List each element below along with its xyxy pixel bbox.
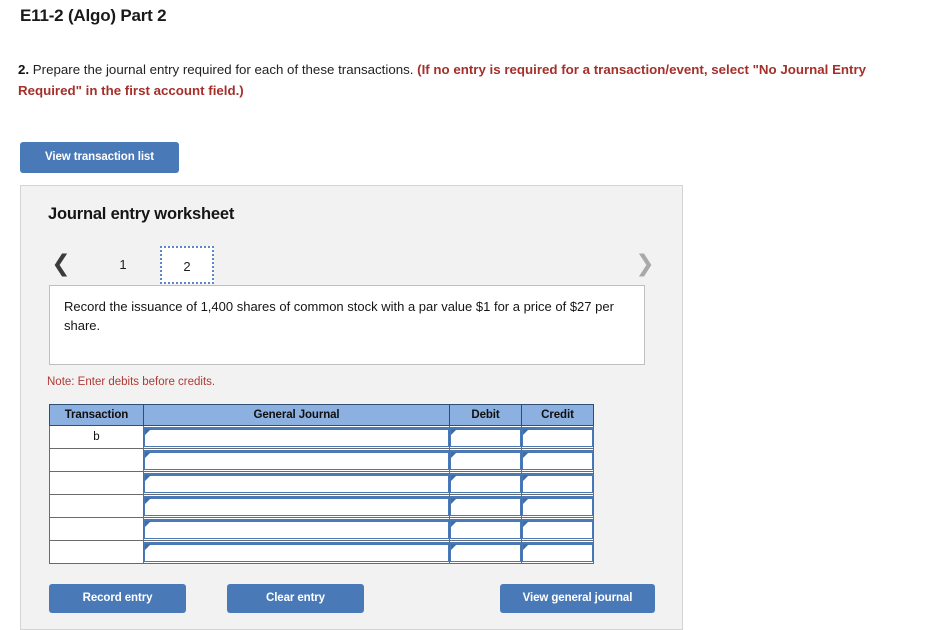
transaction-label-cell xyxy=(49,540,144,564)
credit-input[interactable] xyxy=(522,519,593,539)
general-journal-input[interactable] xyxy=(144,427,449,447)
view-general-journal-button[interactable]: View general journal xyxy=(500,584,655,613)
debit-input[interactable] xyxy=(450,473,521,493)
credit-input[interactable] xyxy=(522,427,593,447)
debit-input[interactable] xyxy=(450,496,521,516)
record-entry-button[interactable]: Record entry xyxy=(49,584,186,613)
debit-input[interactable] xyxy=(450,450,521,470)
general-journal-cell xyxy=(143,540,450,564)
clear-entry-button[interactable]: Clear entry xyxy=(227,584,364,613)
debits-before-credits-note: Note: Enter debits before credits. xyxy=(47,376,216,388)
general-journal-cell xyxy=(143,425,450,449)
transaction-label-cell xyxy=(49,448,144,472)
worksheet-tab-2[interactable]: 2 xyxy=(160,246,214,284)
transaction-description-text: Record the issuance of 1,400 shares of c… xyxy=(64,299,614,333)
debit-cell xyxy=(449,540,522,564)
transaction-label-cell xyxy=(49,494,144,518)
worksheet-pager: ❮ 1 2 ❯ xyxy=(48,244,658,286)
credit-cell xyxy=(521,471,594,495)
general-journal-cell xyxy=(143,448,450,472)
debit-cell xyxy=(449,471,522,495)
table-row xyxy=(49,494,594,518)
general-journal-input[interactable] xyxy=(144,519,449,539)
transaction-description-box: Record the issuance of 1,400 shares of c… xyxy=(49,285,645,365)
instruction-block: 2. Prepare the journal entry required fo… xyxy=(18,59,908,101)
debit-cell xyxy=(449,517,522,541)
general-journal-input[interactable] xyxy=(144,542,449,562)
general-journal-input[interactable] xyxy=(144,473,449,493)
table-row: b xyxy=(49,425,594,449)
table-row xyxy=(49,448,594,472)
general-journal-cell xyxy=(143,471,450,495)
credit-cell xyxy=(521,494,594,518)
general-journal-input[interactable] xyxy=(144,450,449,470)
transaction-label-cell xyxy=(49,517,144,541)
page-title: E11-2 (Algo) Part 2 xyxy=(20,6,167,25)
credit-cell xyxy=(521,448,594,472)
column-header-transaction: Transaction xyxy=(49,404,144,426)
credit-input[interactable] xyxy=(522,542,593,562)
view-transaction-list-button[interactable]: View transaction list xyxy=(20,142,179,173)
chevron-left-icon[interactable]: ❮ xyxy=(48,244,74,286)
journal-entry-table: Transaction General Journal Debit Credit… xyxy=(49,404,594,564)
general-journal-input[interactable] xyxy=(144,496,449,516)
debit-input[interactable] xyxy=(450,519,521,539)
table-row xyxy=(49,471,594,495)
chevron-right-icon[interactable]: ❯ xyxy=(632,244,658,286)
instruction-number: 2. xyxy=(18,62,30,77)
column-header-credit: Credit xyxy=(521,404,594,426)
table-row xyxy=(49,517,594,541)
debit-input[interactable] xyxy=(450,542,521,562)
general-journal-cell xyxy=(143,517,450,541)
debit-cell xyxy=(449,425,522,449)
instruction-text: Prepare the journal entry required for e… xyxy=(32,62,414,77)
debit-cell xyxy=(449,448,522,472)
credit-input[interactable] xyxy=(522,496,593,516)
debit-input[interactable] xyxy=(450,427,521,447)
debit-cell xyxy=(449,494,522,518)
credit-cell xyxy=(521,517,594,541)
journal-entry-table-body: b xyxy=(49,425,594,564)
worksheet-title: Journal entry worksheet xyxy=(48,205,235,223)
credit-cell xyxy=(521,540,594,564)
transaction-label-cell: b xyxy=(49,425,144,449)
column-header-general-journal: General Journal xyxy=(143,404,450,426)
transaction-label-cell xyxy=(49,471,144,495)
credit-input[interactable] xyxy=(522,473,593,493)
general-journal-cell xyxy=(143,494,450,518)
table-header-row: Transaction General Journal Debit Credit xyxy=(49,404,594,426)
credit-cell xyxy=(521,425,594,449)
worksheet-tab-1[interactable]: 1 xyxy=(105,246,141,284)
column-header-debit: Debit xyxy=(449,404,522,426)
credit-input[interactable] xyxy=(522,450,593,470)
table-row xyxy=(49,540,594,564)
journal-entry-worksheet-panel: Journal entry worksheet ❮ 1 2 ❯ Record t… xyxy=(20,185,683,630)
